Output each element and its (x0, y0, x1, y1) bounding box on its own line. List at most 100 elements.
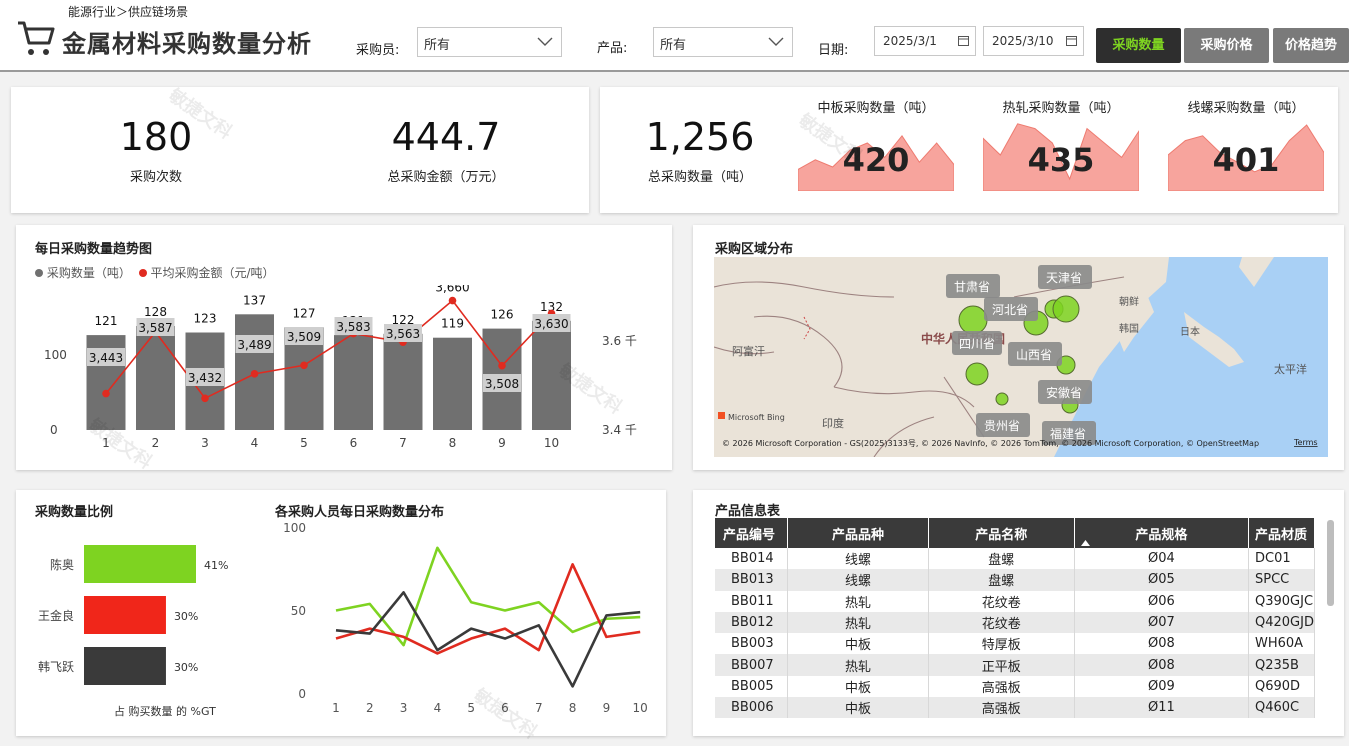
kpi-panel-quantity: 1,256 总采购数量（吨） 中板采购数量（吨） 420 热轧采购数量（吨） 4… (600, 87, 1338, 213)
date-filter-label: 日期: (818, 43, 849, 58)
product-dropdown[interactable]: 所有 (653, 27, 793, 57)
x-tick-label: 6 (350, 436, 358, 450)
product-table: 产品编号 产品品种 产品名称 产品规格 产品材质 BB014 线螺 盘螺 Ø04 DC0… (715, 518, 1315, 719)
price-value-label: 3,508 (485, 377, 519, 391)
ratio-value-label: 30% (174, 610, 198, 623)
table-cell: Q390GJC (1248, 590, 1315, 612)
bar-quantity (532, 320, 571, 430)
legend-dot-quantity (35, 269, 43, 277)
col-header-code[interactable]: 产品编号 (715, 518, 789, 548)
y-tick-label: 50 (291, 604, 306, 618)
purchase-amount-label: 总采购金额（万元） (387, 170, 505, 185)
chevron-down-icon (537, 37, 553, 46)
sort-ascending-icon[interactable] (1080, 540, 1090, 546)
table-cell: BB012 (715, 611, 789, 634)
x-tick-label: 8 (449, 436, 457, 450)
price-value-label: 3,660 (435, 285, 469, 295)
col-header-name[interactable]: 产品名称 (928, 518, 1075, 548)
price-value-label: 3,432 (188, 371, 222, 385)
bar-value-label: 127 (293, 306, 316, 320)
x-tick-label: 4 (251, 436, 259, 450)
bar-quantity (136, 326, 175, 430)
ratio-bar (84, 545, 196, 583)
table-row[interactable]: BB005 中板 高强板 Ø09 Q690D (715, 675, 1315, 698)
buyer-dropdown[interactable]: 所有 (417, 27, 562, 57)
map-panel: 采购区域分布 中华人民共和国 阿富汗 (693, 225, 1344, 470)
purchase-amount-value: 444.7 (391, 115, 501, 159)
table-scrollbar[interactable] (1327, 520, 1334, 606)
map-attribution: © 2026 Microsoft Corporation - GS(2025)3… (722, 439, 1259, 448)
col-header-spec[interactable]: 产品规格 (1074, 518, 1250, 548)
table-cell: Q420GJD (1248, 611, 1315, 634)
bing-logo-icon (718, 412, 725, 419)
map-label-tianjin: 天津省 (1046, 271, 1082, 285)
table-row[interactable]: BB012 热轧 花纹卷 Ø07 Q420GJD (715, 611, 1315, 634)
table-cell: DC01 (1248, 548, 1315, 570)
table-cell: 中板 (787, 633, 929, 655)
table-cell: 中板 (787, 675, 929, 698)
table-row[interactable]: BB007 热轧 正平板 Ø08 Q235B (715, 654, 1315, 676)
map-label-gansu: 甘肃省 (954, 280, 990, 294)
ratio-category-label: 韩飞跃 (38, 659, 74, 674)
ratio-bar-chart: 陈奥 41% 王金良 30% 韩飞跃 30% (38, 545, 228, 685)
buyer-lines-chart: 100 50 0 1 2 3 4 5 6 7 8 9 10 (283, 521, 648, 715)
map-label-sichuan: 四川省 (959, 337, 995, 351)
tab-price-trend[interactable]: 价格趋势 (1273, 28, 1349, 63)
table-cell: Ø08 (1074, 654, 1250, 676)
table-row[interactable]: BB003 中板 特厚板 Ø08 WH60A (715, 633, 1315, 655)
x-tick-label: 6 (501, 701, 509, 715)
bubble-sichuan[interactable] (958, 305, 988, 335)
col-header-variety[interactable]: 产品品种 (787, 518, 929, 548)
col-header-material[interactable]: 产品材质 (1248, 518, 1315, 548)
x-tick-label: 5 (467, 701, 475, 715)
table-row[interactable]: BB013 线螺 盘螺 Ø05 SPCC (715, 569, 1315, 591)
end-date-value: 2025/3/10 (992, 34, 1054, 48)
table-row[interactable]: BB014 线螺 盘螺 Ø04 DC01 (715, 548, 1315, 570)
bar-quantity (383, 333, 423, 430)
map-label-hebei: 河北省 (992, 303, 1028, 317)
mini-title-rebar: 线螺采购数量（吨） (1187, 101, 1305, 116)
table-cell: 热轧 (787, 611, 929, 634)
bubble-yunnan[interactable] (995, 392, 1009, 406)
map-terms-link[interactable]: Terms (1293, 438, 1318, 447)
table-row[interactable]: BB006 中板 高强板 Ø11 Q460C (715, 697, 1315, 719)
table-cell: Ø11 (1074, 697, 1250, 719)
bubble-guizhou[interactable] (965, 362, 989, 386)
legend-dot-price (138, 269, 147, 277)
price-value-label: 3,630 (534, 317, 568, 331)
ratio-value-label: 30% (174, 661, 198, 674)
table-cell: Ø08 (1074, 633, 1250, 655)
end-date-input[interactable]: 2025/3/10 (983, 26, 1084, 56)
buyer-dropdown-value: 所有 (424, 38, 451, 53)
table-cell: BB003 (715, 633, 789, 655)
point-avg-price (250, 370, 259, 378)
point-avg-price (300, 361, 308, 370)
trend-title: 每日采购数量趋势图 (35, 242, 153, 257)
calendar-icon[interactable] (1066, 35, 1077, 46)
shopping-cart-icon (18, 21, 55, 55)
table-cell: 热轧 (787, 590, 929, 612)
calendar-icon[interactable] (958, 35, 969, 46)
map-place-india: 印度 (822, 416, 844, 430)
table-cell: SPCC (1248, 569, 1315, 591)
product-table-container: 产品编号 产品品种 产品名称 产品规格 产品材质 BB014 线螺 盘螺 Ø04 DC0… (715, 518, 1315, 722)
region-map[interactable]: 中华人民共和国 阿富汗 印度 朝鲜 韩国 日本 太平洋 甘肃省 天津省 河北省 … (714, 257, 1328, 457)
tab-purchase-quantity[interactable]: 采购数量 (1096, 28, 1181, 63)
ratio-value-label: 41% (204, 559, 228, 572)
table-row[interactable]: BB011 热轧 花纹卷 Ø06 Q390GJC (715, 590, 1315, 612)
trend-legend: 采购数量（吨） 平均采购金额（元/吨） (35, 264, 275, 281)
ratio-panel: 采购数量比例 陈奥 41% 王金良 30% 韩飞跃 30% 占 购买数量 的 %GT 各采… (16, 490, 666, 736)
table-cell: Q235B (1248, 654, 1315, 676)
kpi-panel-summary: 180 采购次数 444.7 总采购金额（万元） (11, 87, 589, 213)
table-cell: Ø07 (1074, 611, 1250, 634)
tab-purchase-price[interactable]: 采购价格 (1184, 28, 1269, 63)
price-value-label: 3,587 (138, 321, 172, 335)
table-cell: 线螺 (787, 569, 929, 591)
mini-value-rebar: 401 (1212, 141, 1280, 179)
y-tick-label: 0 (50, 423, 58, 437)
x-tick-label: 7 (535, 701, 543, 715)
table-cell: BB011 (715, 590, 789, 612)
bubble-tianjin[interactable] (1052, 295, 1080, 323)
start-date-input[interactable]: 2025/3/1 (874, 26, 976, 56)
col-header-spec-label: 产品规格 (1135, 527, 1188, 543)
